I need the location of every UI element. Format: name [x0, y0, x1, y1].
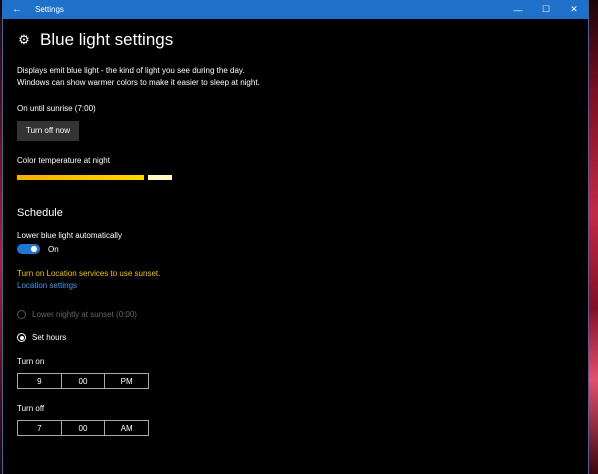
- location-settings-link[interactable]: Location settings: [17, 281, 578, 290]
- turn-off-minute[interactable]: 00: [62, 421, 106, 435]
- slider-thumb[interactable]: [144, 174, 146, 181]
- auto-toggle-label: Lower blue light automatically: [17, 231, 122, 240]
- location-warning: Turn on Location services to use sunset.: [17, 269, 161, 278]
- radio-set-hours-button[interactable]: [17, 333, 26, 342]
- page-header: ⚙ Blue light settings: [17, 30, 578, 50]
- turn-off-ampm[interactable]: AM: [105, 421, 148, 435]
- settings-content: ⚙ Blue light settings Displays emit blue…: [17, 19, 578, 436]
- toggle-knob: [31, 246, 37, 252]
- color-temperature-label: Color temperature at night: [17, 156, 110, 165]
- title-bar: ← Settings — ☐ ✕: [3, 0, 588, 19]
- window-controls: — ☐ ✕: [504, 0, 588, 19]
- turn-on-minute[interactable]: 00: [62, 374, 106, 388]
- turn-off-label: Turn off: [17, 404, 45, 413]
- maximize-icon: ☐: [541, 4, 551, 14]
- slider-track: [17, 175, 144, 180]
- status-text: On until sunrise (7:00): [17, 104, 96, 113]
- turn-off-time-picker[interactable]: 7 00 AM: [17, 420, 149, 436]
- gear-icon: ⚙: [18, 32, 30, 47]
- radio-selected-dot: [20, 336, 24, 340]
- radio-set-hours: Set hours: [17, 333, 578, 342]
- turn-off-hour[interactable]: 7: [18, 421, 62, 435]
- minimize-icon: —: [513, 4, 523, 15]
- description-text: Displays emit blue light - the kind of l…: [17, 66, 260, 87]
- color-temperature-slider[interactable]: [17, 174, 172, 181]
- auto-toggle-row: On: [17, 244, 578, 254]
- turn-on-time-picker[interactable]: 9 00 PM: [17, 373, 149, 389]
- minimize-button[interactable]: —: [504, 0, 532, 19]
- radio-sunset: Lower nightly at sunset (0:00): [17, 310, 578, 319]
- close-icon: ✕: [570, 4, 578, 14]
- auto-toggle-switch[interactable]: [17, 244, 40, 254]
- slider-remaining: [148, 175, 172, 180]
- turn-on-ampm[interactable]: PM: [105, 374, 148, 388]
- radio-sunset-label: Lower nightly at sunset (0:00): [32, 310, 137, 319]
- back-arrow-icon: ←: [12, 4, 22, 15]
- app-title: Settings: [35, 5, 64, 14]
- turn-on-label: Turn on: [17, 357, 45, 366]
- turn-off-now-button[interactable]: Turn off now: [17, 121, 80, 141]
- radio-sunset-button[interactable]: [17, 310, 26, 319]
- schedule-heading: Schedule: [17, 207, 63, 219]
- radio-set-hours-label: Set hours: [32, 333, 67, 342]
- settings-window: ← Settings — ☐ ✕ ⚙ Blue light settings D…: [2, 0, 589, 474]
- close-button[interactable]: ✕: [560, 0, 588, 19]
- back-button[interactable]: ←: [3, 0, 31, 19]
- turn-on-hour[interactable]: 9: [18, 374, 62, 388]
- toggle-state-text: On: [48, 244, 59, 254]
- page-title: Blue light settings: [40, 30, 174, 49]
- maximize-button[interactable]: ☐: [532, 0, 560, 19]
